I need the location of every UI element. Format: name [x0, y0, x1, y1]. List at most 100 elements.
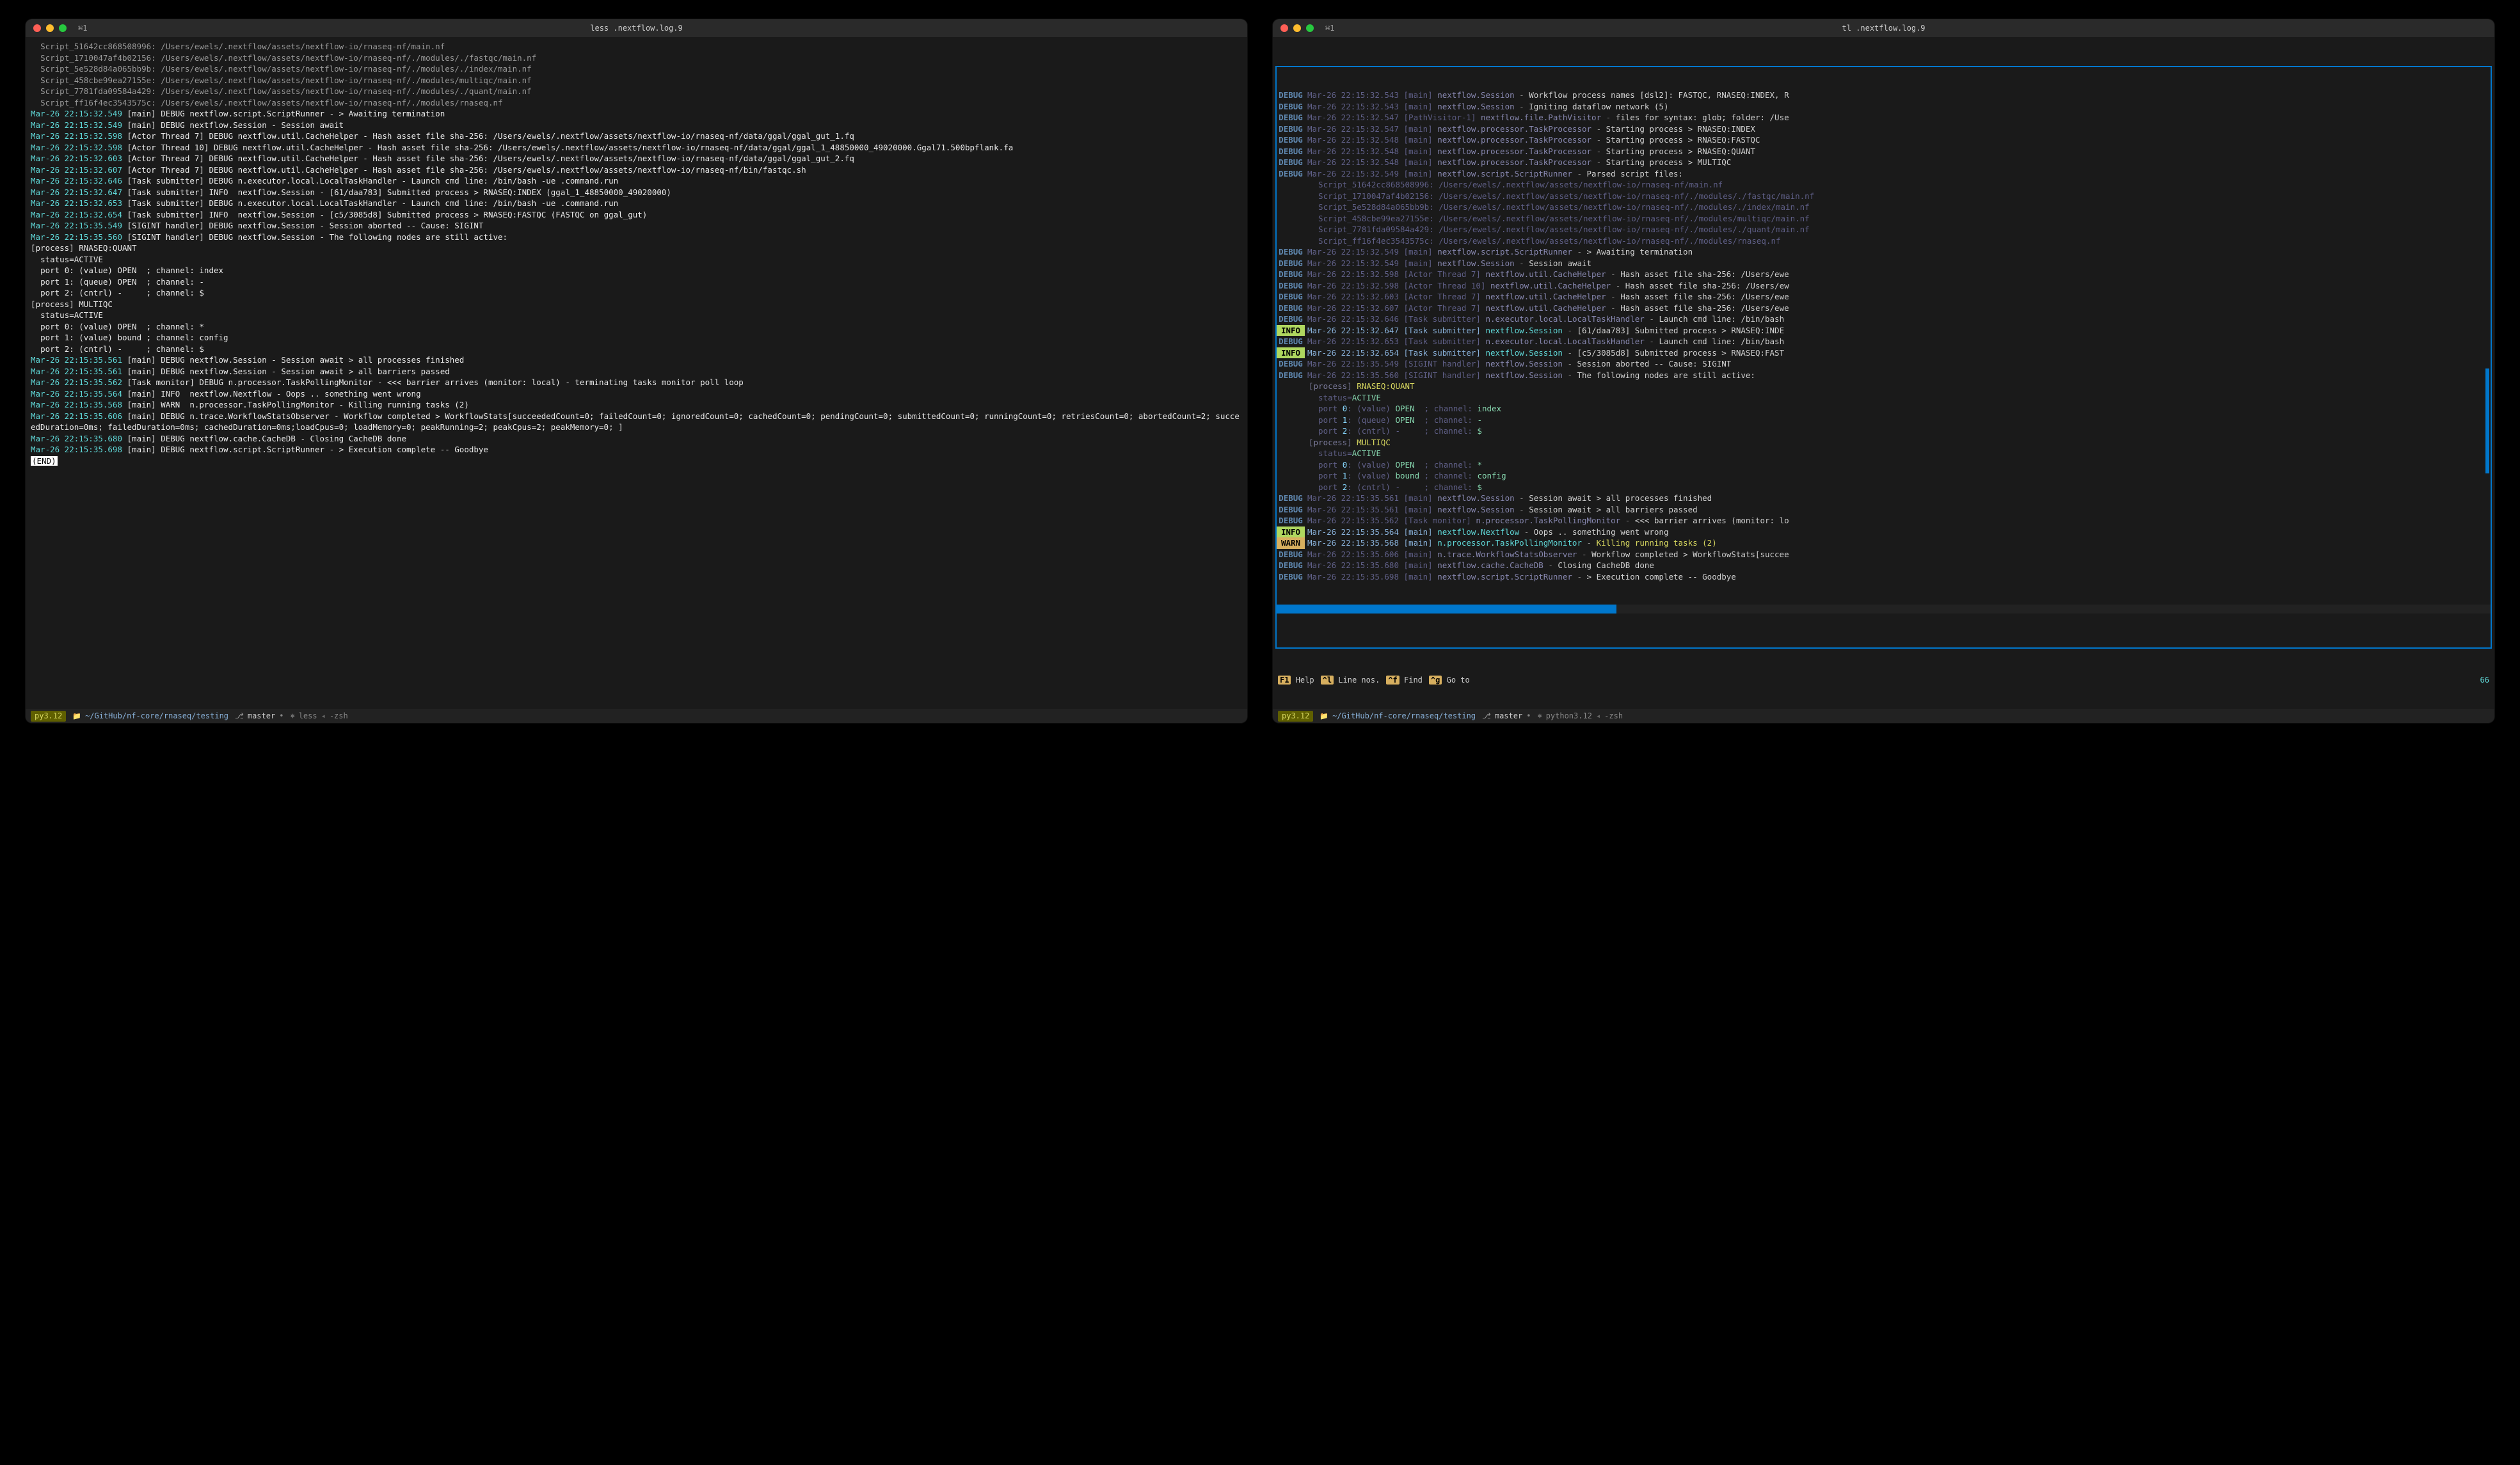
- log-line: DEBUGMar-26 22:15:32.549 [main] nextflow…: [1277, 258, 2491, 269]
- log-line: DEBUGMar-26 22:15:32.547 [PathVisitor-1]…: [1277, 112, 2491, 123]
- log-line: Mar-26 22:15:35.561 [main] DEBUG nextflo…: [31, 354, 1242, 366]
- log-line: [process] RNASEQ:QUANT: [1277, 381, 2491, 392]
- log-line: port 2: (cntrl) - ; channel: $: [31, 287, 1242, 299]
- horizontal-scrollbar[interactable]: [1277, 605, 2491, 614]
- close-icon[interactable]: [33, 24, 41, 32]
- log-line: Mar-26 22:15:32.549 [main] DEBUG nextflo…: [31, 120, 1242, 131]
- git-branch: master: [1495, 711, 1522, 722]
- branch-icon: [1482, 711, 1491, 722]
- level-badge: DEBUG: [1277, 560, 1305, 571]
- log-line: Mar-26 22:15:32.603 [Actor Thread 7] DEB…: [31, 153, 1242, 164]
- log-line: Mar-26 22:15:35.562 [Task monitor] DEBUG…: [31, 377, 1242, 388]
- log-line: Script_ff16f4ec3543575c: /Users/ewels/.n…: [31, 97, 1242, 109]
- level-badge: DEBUG: [1277, 370, 1305, 381]
- log-line: DEBUGMar-26 22:15:32.549 [main] nextflow…: [1277, 246, 2491, 258]
- log-line: DEBUGMar-26 22:15:32.653 [Task submitter…: [1277, 336, 2491, 347]
- log-line: WARNMar-26 22:15:35.568 [main] n.process…: [1277, 537, 2491, 549]
- titlebar-left: ⌘1 less .nextflow.log.9: [26, 19, 1247, 37]
- log-line: status=ACTIVE: [1277, 448, 2491, 459]
- minimize-icon[interactable]: [1293, 24, 1301, 32]
- help-label: Help: [1296, 676, 1314, 685]
- terminal-left: ⌘1 less .nextflow.log.9 Script_51642cc86…: [26, 19, 1247, 723]
- log-line: DEBUGMar-26 22:15:35.680 [main] nextflow…: [1277, 560, 2491, 571]
- key-f1[interactable]: F1: [1278, 676, 1291, 685]
- maximize-icon[interactable]: [59, 24, 67, 32]
- key-find[interactable]: ^f: [1386, 676, 1399, 685]
- close-icon[interactable]: [1280, 24, 1288, 32]
- log-line: port 0: (value) OPEN ; channel: index: [1277, 403, 2491, 415]
- level-badge: DEBUG: [1277, 146, 1305, 157]
- log-line: DEBUGMar-26 22:15:35.698 [main] nextflow…: [1277, 571, 2491, 583]
- log-content-right[interactable]: DEBUGMar-26 22:15:32.543 [main] nextflow…: [1273, 37, 2494, 709]
- git-dirty-dot: •: [279, 711, 283, 722]
- log-line: DEBUGMar-26 22:15:35.560 [SIGINT handler…: [1277, 370, 2491, 381]
- log-content-left[interactable]: Script_51642cc868508996: /Users/ewels/.n…: [26, 37, 1247, 709]
- maximize-icon[interactable]: [1306, 24, 1314, 32]
- log-line: DEBUGMar-26 22:15:32.607 [Actor Thread 7…: [1277, 303, 2491, 314]
- statusbar-right: py3.12 ~/GitHub/nf-core/rnaseq/testing m…: [1273, 709, 2494, 723]
- end-marker: (END): [31, 456, 58, 466]
- window-title: tl .nextflow.log.9: [1842, 23, 1925, 34]
- log-line: DEBUGMar-26 22:15:32.543 [main] nextflow…: [1277, 101, 2491, 113]
- tab-label: ⌘1: [78, 23, 87, 34]
- minimize-icon[interactable]: [46, 24, 54, 32]
- log-line: Mar-26 22:15:32.653 [Task submitter] DEB…: [31, 198, 1242, 209]
- log-line: Mar-26 22:15:32.646 [Task submitter] DEB…: [31, 175, 1242, 187]
- log-line: INFOMar-26 22:15:32.654 [Task submitter]…: [1277, 347, 2491, 359]
- help-footer: F1 Help ^l Line nos. ^f Find ^g Go to 66: [1273, 674, 2494, 687]
- log-line: port 2: (cntrl) - ; channel: $: [1277, 425, 2491, 437]
- shell-name: -zsh: [1604, 711, 1623, 722]
- log-line: Mar-26 22:15:35.561 [main] DEBUG nextflo…: [31, 366, 1242, 377]
- terminal-right: ⌘1 tl .nextflow.log.9 DEBUGMar-26 22:15:…: [1273, 19, 2494, 723]
- log-line: Mar-26 22:15:32.647 [Task submitter] INF…: [31, 187, 1242, 198]
- folder-icon: [72, 711, 81, 722]
- log-line: status=ACTIVE: [1277, 392, 2491, 404]
- branch-icon: [235, 711, 244, 722]
- log-line: DEBUGMar-26 22:15:35.561 [main] nextflow…: [1277, 504, 2491, 516]
- log-line: DEBUGMar-26 22:15:32.603 [Actor Thread 7…: [1277, 291, 2491, 303]
- log-line: port 2: (cntrl) - ; channel: $: [1277, 482, 2491, 493]
- log-line: port 0: (value) OPEN ; channel: *: [31, 321, 1242, 333]
- level-badge: INFO: [1277, 527, 1305, 538]
- find-label: Find: [1404, 676, 1423, 685]
- level-badge: DEBUG: [1277, 303, 1305, 314]
- log-line: DEBUGMar-26 22:15:35.549 [SIGINT handler…: [1277, 358, 2491, 370]
- log-line: INFOMar-26 22:15:35.564 [main] nextflow.…: [1277, 527, 2491, 538]
- log-viewport[interactable]: DEBUGMar-26 22:15:32.543 [main] nextflow…: [1275, 66, 2492, 649]
- log-line: DEBUGMar-26 22:15:35.606 [main] n.trace.…: [1277, 549, 2491, 560]
- vertical-scrollbar-thumb[interactable]: [2485, 368, 2489, 473]
- cwd-path: ~/GitHub/nf-core/rnaseq/testing: [1332, 711, 1476, 722]
- level-badge: DEBUG: [1277, 549, 1305, 560]
- log-line: Script_7781fda09584a429: /Users/ewels/.n…: [31, 86, 1242, 97]
- window-title: less .nextflow.log.9: [590, 23, 683, 34]
- log-line: port 0: (value) OPEN ; channel: *: [1277, 459, 2491, 471]
- log-line: Mar-26 22:15:32.598 [Actor Thread 10] DE…: [31, 142, 1242, 154]
- level-badge: WARN: [1277, 537, 1305, 549]
- log-line: Script_ff16f4ec3543575c: /Users/ewels/.n…: [1277, 235, 2491, 247]
- log-line: Script_1710047af4b02156: /Users/ewels/.n…: [1277, 191, 2491, 202]
- log-line: Script_458cbe99ea27155e: /Users/ewels/.n…: [31, 75, 1242, 86]
- key-goto[interactable]: ^g: [1429, 676, 1442, 685]
- log-line: port 0: (value) OPEN ; channel: index: [31, 265, 1242, 276]
- traffic-lights: [1280, 24, 1314, 32]
- goto-label: Go to: [1447, 676, 1470, 685]
- level-badge: DEBUG: [1277, 493, 1305, 504]
- log-line: Mar-26 22:15:32.549 [main] DEBUG nextflo…: [31, 108, 1242, 120]
- key-linenos[interactable]: ^l: [1321, 676, 1334, 685]
- log-line: Script_1710047af4b02156: /Users/ewels/.n…: [31, 52, 1242, 64]
- cwd-path: ~/GitHub/nf-core/rnaseq/testing: [85, 711, 228, 722]
- level-badge: DEBUG: [1277, 101, 1305, 113]
- traffic-lights: [33, 24, 67, 32]
- level-badge: DEBUG: [1277, 168, 1305, 180]
- linenos-label: Line nos.: [1338, 676, 1380, 685]
- log-line: DEBUGMar-26 22:15:32.543 [main] nextflow…: [1277, 90, 2491, 101]
- process-name: python3.12: [1546, 711, 1592, 722]
- log-line: Mar-26 22:15:35.549 [SIGINT handler] DEB…: [31, 220, 1242, 232]
- log-line: Mar-26 22:15:32.607 [Actor Thread 7] DEB…: [31, 164, 1242, 176]
- scrollbar-thumb[interactable]: [1277, 605, 1616, 614]
- log-line: Mar-26 22:15:35.606 [main] DEBUG n.trace…: [31, 411, 1242, 433]
- line-count: 66: [2480, 675, 2489, 686]
- log-line: DEBUGMar-26 22:15:32.547 [main] nextflow…: [1277, 123, 2491, 135]
- log-line: Script_51642cc868508996: /Users/ewels/.n…: [1277, 179, 2491, 191]
- log-line: port 2: (cntrl) - ; channel: $: [31, 344, 1242, 355]
